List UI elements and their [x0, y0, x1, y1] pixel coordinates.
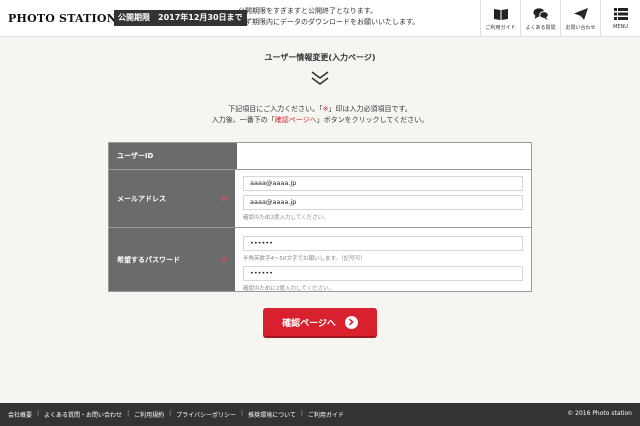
intro-text: 下記項目にご入力ください。「※」印は入力必須項目です。 入力後、一番下の「確認ペ…	[0, 104, 640, 126]
userid-value	[237, 143, 531, 169]
email-confirm-field[interactable]: aaaa@aaaa.jp	[243, 195, 523, 210]
site-logo[interactable]: PHOTO STATION	[8, 12, 117, 25]
footer-separator: |	[169, 410, 172, 417]
footer-links: 会社概要 | よくある質問・お問い合わせ | ご利用規約 | プライバシーポリシー | …	[8, 410, 344, 419]
email-required-mark: ※	[220, 194, 227, 203]
deadline-label: 公開期限	[118, 13, 150, 22]
email-label: メールアドレス ※	[109, 170, 235, 227]
password-field[interactable]: ••••••	[243, 236, 523, 251]
password-confirm-help-text: 確認のために2度入力してください。	[243, 286, 335, 292]
form-row-email: メールアドレス ※ aaaa@aaaa.jp aaaa@aaaa.jp 確認のた…	[109, 170, 531, 228]
nav-contact-label: お問い合わせ	[565, 24, 596, 31]
arrow-right-circle-icon	[344, 315, 358, 329]
nav-menu-label: MENU	[613, 24, 628, 30]
password-help-text: 半角英数字4〜50文字でお願いします。（記号可）	[243, 256, 366, 262]
footer-link-privacy[interactable]: プライバシーポリシー	[176, 410, 236, 419]
userid-label-text: ユーザーID	[117, 152, 154, 160]
book-icon	[493, 8, 508, 20]
footer-link-terms[interactable]: ご利用規約	[134, 410, 164, 419]
page-title: ユーザー情報変更(入力ページ)	[264, 53, 376, 62]
header-nav: ご利用ガイド よくある質問 お問い合わせ MENU	[480, 0, 640, 37]
password-fields: •••••• 半角英数字4〜50文字でお願いします。（記号可） •••••• 確…	[235, 228, 531, 292]
form-row-userid: ユーザーID	[109, 143, 531, 170]
password-confirm-field[interactable]: ••••••	[243, 266, 523, 281]
intro-line-2-b: 」ボタンをクリックしてください。	[316, 116, 429, 124]
intro-line-2-a: 入力後、一番下の「	[211, 116, 275, 124]
menu-list-icon	[613, 8, 628, 20]
password-label-text: 希望するパスワード	[117, 255, 180, 264]
footer-link-environment[interactable]: 推奨環境について	[248, 410, 296, 419]
footer-link-guide[interactable]: ご利用ガイド	[308, 410, 344, 419]
footer-link-faq-contact[interactable]: よくある質問・お問い合わせ	[44, 410, 122, 419]
confirm-page-reference: 確認ページへ	[274, 116, 317, 124]
footer-separator: |	[127, 410, 130, 417]
nav-guide-label: ご利用ガイド	[485, 24, 516, 31]
chat-bubbles-icon	[533, 7, 549, 20]
password-label: 希望するパスワード ※	[109, 228, 235, 291]
notice-line-1: 公開期限をすぎますと公開終了となります。	[238, 7, 378, 15]
email-field[interactable]: aaaa@aaaa.jp	[243, 176, 523, 191]
paper-plane-icon	[573, 7, 588, 20]
double-chevron-down-icon	[311, 71, 329, 85]
nav-faq-button[interactable]: よくある質問	[520, 0, 560, 37]
deadline-notice: 公開期限をすぎますと公開終了となります。 必ず期限内にデータのダウンロードをお願…	[238, 6, 419, 28]
email-label-text: メールアドレス	[117, 194, 166, 203]
nav-contact-button[interactable]: お問い合わせ	[560, 0, 600, 37]
nav-menu-button[interactable]: MENU	[600, 0, 640, 37]
notice-line-2: 必ず期限内にデータのダウンロードをお願いいたします。	[238, 18, 420, 26]
confirm-page-button[interactable]: 確認ページへ	[263, 308, 377, 336]
deadline-badge: 公開期限 2017年12月30日まで	[114, 10, 247, 26]
intro-line-1: 下記項目にご入力ください。「※」印は入力必須項目です。	[0, 104, 640, 115]
nav-guide-button[interactable]: ご利用ガイド	[480, 0, 520, 37]
site-footer: 会社概要 | よくある質問・お問い合わせ | ご利用規約 | プライバシーポリシー | …	[0, 403, 640, 426]
footer-link-company[interactable]: 会社概要	[8, 410, 32, 419]
footer-separator: |	[37, 410, 40, 417]
intro-line-1-a: 下記項目にご入力ください。「	[228, 105, 323, 113]
deadline-date: 2017年12月30日まで	[158, 13, 243, 22]
user-info-form: ユーザーID メールアドレス ※ aaaa@aaaa.jp aaaa@aaaa.…	[108, 142, 532, 292]
intro-line-2: 入力後、一番下の「確認ページへ」ボタンをクリックしてください。	[0, 115, 640, 126]
nav-faq-label: よくある質問	[525, 24, 556, 31]
intro-line-1-b: 」印は入力必須項目です。	[328, 105, 412, 113]
userid-label: ユーザーID	[109, 143, 237, 169]
copyright: © 2016 Photo station	[567, 410, 632, 417]
email-fields: aaaa@aaaa.jp aaaa@aaaa.jp 確認のため2度入力してくださ…	[235, 170, 531, 227]
form-row-password: 希望するパスワード ※ •••••• 半角英数字4〜50文字でお願いします。（記…	[109, 228, 531, 292]
password-required-mark: ※	[220, 255, 227, 264]
confirm-button-label: 確認ページへ	[282, 318, 336, 329]
footer-separator: |	[241, 410, 244, 417]
footer-separator: |	[300, 410, 303, 417]
site-header: PHOTO STATION 公開期限 2017年12月30日まで 公開期限をすぎま…	[0, 0, 640, 37]
email-help-text: 確認のため2度入力してください。	[243, 215, 329, 221]
